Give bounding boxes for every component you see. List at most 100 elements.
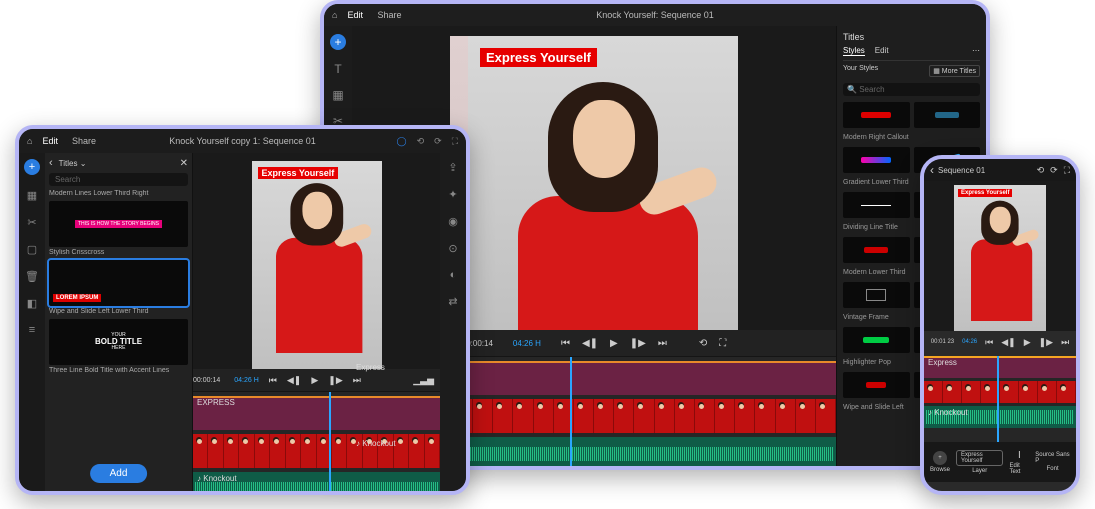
titles-icon[interactable]: ▦ xyxy=(27,189,37,202)
phone-topbar: ‹ Sequence 01 ⟲ ⟳ ⛶ xyxy=(924,159,1076,181)
more-icon[interactable]: ⋯ xyxy=(972,46,980,56)
thumb-caption: Wipe and Slide Left Lower Third xyxy=(49,308,188,315)
skip-start-icon[interactable]: ⏮ xyxy=(561,338,570,349)
phone-transport: 00:01 23 04:26 ⏮ ◀❚ ▶ ❚▶ ⏭ xyxy=(924,331,1076,353)
play-icon[interactable]: ▶ xyxy=(1024,337,1031,348)
title-thumb[interactable]: THIS IS HOW THE STORY BEGINS xyxy=(49,201,188,247)
tab-edit[interactable]: Edit xyxy=(347,10,363,20)
tablet-preview: Express Yourself xyxy=(193,153,440,369)
step-back-icon[interactable]: ◀❚ xyxy=(582,338,598,349)
skip-start-icon[interactable]: ⏮ xyxy=(269,375,277,386)
scissors-icon[interactable]: ✂ xyxy=(27,216,36,229)
add-icon[interactable]: + xyxy=(330,34,346,50)
add-button[interactable]: Add xyxy=(90,464,148,483)
step-fwd-icon[interactable]: ❚▶ xyxy=(328,375,342,386)
panel-heading[interactable]: Titles ⌄ xyxy=(59,159,87,168)
tab-share[interactable]: Share xyxy=(72,136,96,146)
thumb-caption: Modern Lines Lower Third Right xyxy=(49,190,188,197)
video-clip[interactable] xyxy=(924,381,1076,403)
video-canvas[interactable]: Express Yourself xyxy=(468,36,738,330)
search-input[interactable]: 🔍 Search xyxy=(843,83,980,96)
search-input[interactable]: Search xyxy=(49,173,188,186)
right-tool-rail: ⇪ ✦ ◉ ⊙ ◐ ⇄ xyxy=(440,153,466,491)
title-thumb[interactable] xyxy=(914,102,981,128)
tab-share[interactable]: Share xyxy=(377,10,401,20)
crop-icon[interactable]: ▢ xyxy=(27,243,37,256)
laptop-title: Knock Yourself: Sequence 01 xyxy=(596,10,714,20)
fullscreen-icon[interactable]: ⛶ xyxy=(719,338,726,349)
thumb-caption: Three Line Bold Title with Accent Lines xyxy=(49,367,188,374)
back-icon[interactable]: ‹ xyxy=(930,163,934,177)
skip-end-icon[interactable]: ⏭ xyxy=(1061,337,1069,348)
trash-icon[interactable]: 🗑 xyxy=(25,270,39,283)
play-icon[interactable]: ▶ xyxy=(610,338,618,349)
tab-styles[interactable]: Styles xyxy=(843,46,865,56)
tab-edit-titles[interactable]: Edit xyxy=(875,46,889,56)
step-fwd-icon[interactable]: ❚▶ xyxy=(1039,337,1053,348)
audio-icon[interactable]: ◉ xyxy=(448,215,458,228)
title-thumb[interactable] xyxy=(843,282,910,308)
effects-icon[interactable]: ✦ xyxy=(448,188,457,201)
title-overlay: Express Yourself xyxy=(258,167,339,179)
title-thumb-selected[interactable]: LOREM IPSUM xyxy=(49,260,188,306)
add-icon[interactable]: + xyxy=(24,159,40,175)
title-track-label: Express xyxy=(356,363,385,372)
font-button[interactable]: Source Sans PFont xyxy=(1035,452,1070,472)
redo-icon[interactable]: ⟳ xyxy=(1050,165,1058,176)
fullscreen-icon[interactable]: ⛶ xyxy=(452,136,458,147)
title-thumb[interactable] xyxy=(843,327,910,353)
tab-edit[interactable]: Edit xyxy=(42,136,58,146)
close-icon[interactable]: ✕ xyxy=(180,158,188,169)
playhead[interactable] xyxy=(997,356,999,442)
video-canvas[interactable]: Express Yourself xyxy=(252,161,382,369)
laptop-topbar: ⌂ Edit Share Knock Yourself: Sequence 01 xyxy=(324,4,986,26)
sync-icon[interactable]: ◯ xyxy=(397,136,407,147)
speed-icon[interactable]: ⊙ xyxy=(448,242,457,255)
undo-icon[interactable]: ⟲ xyxy=(1037,165,1045,176)
edit-text-button[interactable]: IEdit Text xyxy=(1009,450,1029,475)
video-clip[interactable] xyxy=(193,434,440,468)
transform-icon[interactable]: ⇄ xyxy=(448,295,457,308)
back-icon[interactable]: ‹ xyxy=(49,157,53,169)
title-pill[interactable]: Express Yourself xyxy=(956,450,1003,466)
title-thumb[interactable]: YOUR BOLD TITLE HERE xyxy=(49,319,188,365)
title-thumb[interactable] xyxy=(843,147,910,173)
more-icon[interactable]: ≡ xyxy=(29,324,35,336)
home-icon[interactable]: ⌂ xyxy=(332,10,337,20)
title-thumb[interactable] xyxy=(843,102,910,128)
phone-timeline[interactable]: Express ♪ Knockout xyxy=(924,356,1076,442)
transitions-icon[interactable]: ▦ xyxy=(332,88,343,102)
skip-end-icon[interactable]: ⏭ xyxy=(353,375,361,386)
undo-icon[interactable]: ⟲ xyxy=(417,136,425,147)
step-fwd-icon[interactable]: ❚▶ xyxy=(630,338,646,349)
timecode-total: 04:26 H xyxy=(513,339,541,348)
step-back-icon[interactable]: ◀❚ xyxy=(1001,337,1015,348)
browse-button[interactable]: +Browse xyxy=(930,451,950,473)
phone-preview: Express Yourself xyxy=(924,181,1076,331)
skip-end-icon[interactable]: ⏭ xyxy=(658,338,667,349)
playhead[interactable] xyxy=(329,392,331,491)
home-icon[interactable]: ⌂ xyxy=(27,136,32,146)
titles-icon[interactable]: T xyxy=(334,62,341,76)
step-back-icon[interactable]: ◀❚ xyxy=(287,375,301,386)
loop-icon[interactable]: ⟲ xyxy=(699,338,707,349)
export-icon[interactable]: ⇪ xyxy=(448,161,457,174)
fullscreen-icon[interactable]: ⛶ xyxy=(1064,165,1070,176)
title-overlay: Express Yourself xyxy=(958,189,1012,197)
tablet-timeline[interactable]: EXPRESS ♪ Knockout xyxy=(193,391,440,491)
levels-icon[interactable]: ▁▃▅ xyxy=(413,375,434,386)
tablet-topbar: ⌂ Edit Share Knock Yourself copy 1: Sequ… xyxy=(19,129,466,153)
layer-label: Layer xyxy=(972,468,987,474)
skip-start-icon[interactable]: ⏮ xyxy=(985,337,993,348)
title-thumb[interactable] xyxy=(843,372,910,398)
tablet-transport: 00:00:14 04:26 H ⏮ ◀❚ ▶ ❚▶ ⏭ ▁▃▅ xyxy=(193,369,440,391)
title-thumb[interactable] xyxy=(843,192,910,218)
more-titles-button[interactable]: ▦ More Titles xyxy=(929,65,980,77)
color-icon[interactable]: ◧ xyxy=(27,297,37,310)
redo-icon[interactable]: ⟳ xyxy=(434,136,442,147)
play-icon[interactable]: ▶ xyxy=(311,375,318,386)
color-icon[interactable]: ◐ xyxy=(450,269,457,281)
video-canvas[interactable]: Express Yourself xyxy=(954,185,1046,331)
playhead[interactable] xyxy=(570,357,572,466)
title-thumb[interactable] xyxy=(843,237,910,263)
